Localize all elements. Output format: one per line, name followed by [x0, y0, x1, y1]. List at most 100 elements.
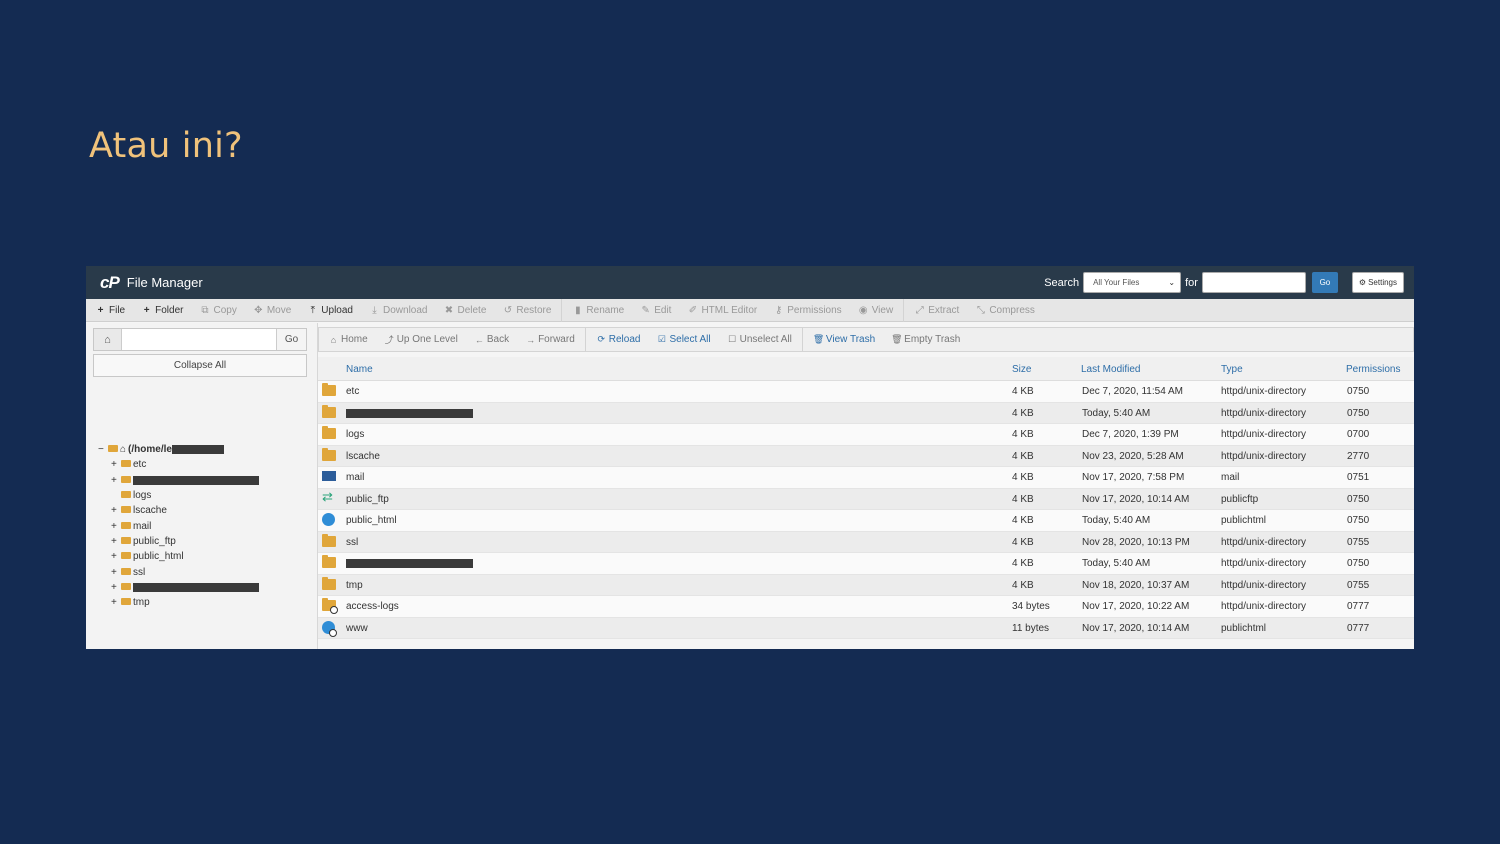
expand-icon[interactable]: + [111, 597, 120, 608]
gear-icon: ⚙ [1358, 278, 1367, 287]
cell-perms: 0750 [1347, 515, 1370, 526]
toolbar-extract-button[interactable]: ⤢ Extract [914, 305, 960, 316]
cell-type: httpd/unix-directory [1221, 386, 1307, 397]
table-row[interactable]: ssl 4 KB Nov 28, 2020, 10:13 PM httpd/unix-… [318, 531, 1414, 553]
expand-icon[interactable]: + [111, 567, 120, 578]
toolbar-view-button[interactable]: ◉ View [858, 304, 893, 316]
cell-perms: 0777 [1347, 601, 1370, 612]
table-row[interactable]: public_html 4 KB Today, 5:40 AM publichtml 0… [318, 510, 1414, 532]
collapse-all-button[interactable]: Collapse All [93, 354, 307, 377]
mail-icon [322, 471, 336, 481]
tree-item-label: logs [133, 490, 152, 502]
nav-item-label: View Trash [825, 334, 876, 345]
toolbar-download-button[interactable]: ⤓ Download [369, 305, 427, 316]
tree-item[interactable]: logs [98, 488, 259, 503]
nav-reload-button[interactable]: ⟳ Reload [596, 334, 640, 345]
column-permissions[interactable]: Permissions [1346, 364, 1400, 375]
up-level-icon: ⤴ [384, 335, 394, 345]
folder-icon [121, 460, 131, 468]
toolbar-upload-button[interactable]: ⤒ Upload [307, 305, 353, 316]
toolbar-delete-button[interactable]: ✖ Delete [443, 304, 487, 316]
table-row[interactable]: 4 KB Today, 5:40 AM httpd/unix-directory 07… [318, 402, 1414, 424]
collapse-icon[interactable]: − [98, 444, 107, 455]
tree-item[interactable]: + [98, 580, 259, 595]
nav-unselect-all-button[interactable]: ☐ Unselect All [727, 334, 792, 345]
download-icon: ⤓ [372, 304, 377, 316]
expand-icon[interactable]: + [111, 551, 120, 562]
toolbar-item-label: Copy [213, 304, 237, 316]
plus-icon: + [143, 304, 150, 316]
toolbar-rename-button[interactable]: ▮ Rename [572, 305, 624, 316]
toolbar-folder-button[interactable]: + Folder [141, 304, 184, 316]
table-row[interactable]: mail 4 KB Nov 17, 2020, 7:58 PM mail 0751 [318, 467, 1414, 489]
tree-item[interactable]: − ⌂ (/home/le [98, 442, 259, 457]
column-type[interactable]: Type [1221, 364, 1243, 375]
nav-empty-trash-button[interactable]: 🗑 Empty Trash [891, 334, 960, 345]
folder-icon [121, 552, 131, 560]
expand-icon[interactable]: + [111, 459, 120, 470]
toolbar-item-label: Upload [321, 304, 353, 316]
nav-home-button[interactable]: ⌂ Home [328, 334, 368, 345]
search-input[interactable] [1201, 272, 1306, 293]
expand-icon[interactable]: + [111, 582, 120, 593]
tree-item[interactable]: + etc [98, 457, 259, 472]
toolbar-html-editor-button[interactable]: ✐ HTML Editor [687, 305, 757, 316]
search-go-button[interactable]: Go [1311, 272, 1338, 293]
path-bar: ⌂ Go [93, 328, 307, 351]
cell-type: httpd/unix-directory [1221, 601, 1307, 612]
redacted-text [133, 475, 259, 485]
cell-size: 4 KB [1012, 579, 1034, 591]
toolbar-permissions-button[interactable]: ⚷ Permissions [773, 305, 842, 316]
nav-up-one-level-button[interactable]: ⤴ Up One Level [384, 333, 458, 346]
toolbar-restore-button[interactable]: ↺ Restore [502, 305, 552, 316]
path-go-button[interactable]: Go [276, 329, 306, 350]
table-row[interactable]: www 11 bytes Nov 17, 2020, 10:14 AM publich… [318, 617, 1414, 639]
table-row[interactable]: etc 4 KB Dec 7, 2020, 11:54 AM httpd/unix-d… [318, 381, 1414, 403]
cell-modified: Nov 23, 2020, 5:28 AM [1082, 450, 1184, 462]
settings-button[interactable]: ⚙ Settings [1351, 272, 1404, 293]
cell-name: www [346, 622, 368, 634]
path-input[interactable] [122, 329, 276, 350]
file-list-panel: ⌂ Home ⤴ Up One Level ← Back → Forward ⟳ Reload ☑ S… [318, 323, 1414, 649]
column-size[interactable]: Size [1012, 364, 1031, 375]
expand-icon[interactable]: + [111, 475, 120, 486]
table-row[interactable]: 4 KB Today, 5:40 AM httpd/unix-directory 07… [318, 553, 1414, 575]
toolbar-compress-button[interactable]: ⤡ Compress [975, 305, 1035, 316]
table-row[interactable]: access-logs 34 bytes Nov 17, 2020, 10:22 A… [318, 596, 1414, 618]
cell-name: ssl [346, 536, 359, 548]
folder-icon [322, 404, 336, 418]
expand-icon[interactable]: + [111, 505, 120, 516]
table-row[interactable]: lscache 4 KB Nov 23, 2020, 5:28 AM httpd/un… [318, 445, 1414, 467]
transfer-arrows-icon: ⇄ [322, 488, 333, 504]
column-last-modified[interactable]: Last Modified [1081, 364, 1140, 375]
toolbar-file-button[interactable]: + File [95, 305, 126, 316]
table-row[interactable]: logs 4 KB Dec 7, 2020, 1:39 PM httpd/unix-d… [318, 424, 1414, 446]
toolbar-copy-button[interactable]: ⧉ Copy [199, 305, 236, 316]
expand-icon[interactable]: + [111, 536, 120, 547]
tree-item[interactable]: + tmp [98, 595, 259, 610]
toolbar-edit-button[interactable]: ✎ Edit [640, 305, 672, 316]
expand-icon[interactable]: + [111, 521, 120, 532]
tree-item[interactable]: + public_html [98, 549, 259, 564]
cpanel-logo-icon[interactable]: cP [100, 273, 120, 293]
nav-select-all-button[interactable]: ☑ Select All [656, 334, 711, 345]
tree-item[interactable]: + public_ftp [98, 534, 259, 549]
search-scope-select[interactable]: All Your Files ⌄ [1083, 272, 1182, 293]
eye-icon: ◉ [858, 304, 868, 316]
tree-item[interactable]: + mail [98, 518, 259, 533]
tree-item[interactable]: + ssl [98, 564, 259, 579]
delete-icon: ✖ [444, 304, 454, 316]
tree-item[interactable]: + [98, 473, 259, 488]
nav-back-button[interactable]: ← Back [474, 334, 509, 345]
column-name[interactable]: Name [346, 364, 373, 375]
table-row[interactable]: tmp 4 KB Nov 18, 2020, 10:37 AM httpd/unix-… [318, 574, 1414, 596]
home-icon[interactable]: ⌂ [94, 329, 122, 350]
nav-view-trash-button[interactable]: 🗑 View Trash [813, 334, 875, 345]
tree-item[interactable]: + lscache [98, 503, 259, 518]
table-row[interactable]: ⇄ public_ftp 4 KB Nov 17, 2020, 10:14 AM pub… [318, 488, 1414, 510]
toolbar-move-button[interactable]: ✥ Move [253, 305, 291, 316]
move-icon: ✥ [254, 304, 263, 316]
tree-item-label: public_html [133, 551, 184, 563]
nav-forward-button[interactable]: → Forward [525, 334, 575, 345]
nav-divider [584, 328, 586, 351]
